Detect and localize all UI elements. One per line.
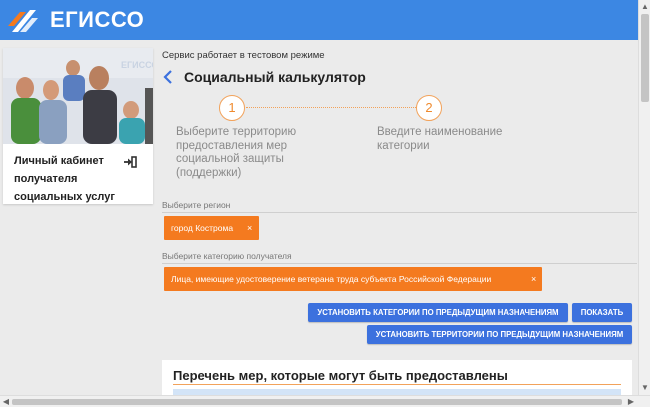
back-chevron-icon[interactable] bbox=[162, 70, 174, 84]
step-2-circle[interactable]: 2 bbox=[416, 95, 442, 121]
test-mode-notice: Сервис работает в тестовом режиме bbox=[162, 50, 325, 61]
horizontal-scrollbar[interactable]: ◀ ▶ bbox=[0, 395, 650, 407]
scroll-down-icon[interactable]: ▼ bbox=[640, 383, 650, 393]
scroll-left-icon[interactable]: ◀ bbox=[1, 396, 11, 407]
set-territories-button[interactable]: УСТАНОВИТЬ ТЕРРИТОРИИ ПО ПРЕДЫДУЩИМ НАЗН… bbox=[367, 325, 632, 344]
vertical-scrollbar[interactable]: ▲ ▼ bbox=[638, 0, 650, 395]
region-chip-label: город Кострома bbox=[171, 223, 234, 233]
scroll-right-icon[interactable]: ▶ bbox=[626, 396, 636, 407]
measures-panel: Перечень мер, которые могут быть предост… bbox=[162, 360, 632, 400]
step-1-circle[interactable]: 1 bbox=[219, 95, 245, 121]
scroll-up-icon[interactable]: ▲ bbox=[640, 2, 650, 12]
region-remove-icon[interactable]: × bbox=[247, 216, 252, 240]
top-header: ЕГИССО bbox=[0, 0, 638, 40]
measures-underline bbox=[173, 384, 621, 385]
cabinet-card[interactable]: ЕГИССО Личный кабинет получателя социаль… bbox=[3, 48, 153, 204]
region-divider bbox=[162, 212, 637, 213]
logo-text[interactable]: ЕГИССО bbox=[50, 7, 144, 33]
category-chip[interactable]: Лица, имеющие удостоверение ветерана тру… bbox=[164, 267, 542, 291]
vertical-scroll-thumb[interactable] bbox=[641, 14, 649, 102]
show-button[interactable]: ПОКАЗАТЬ bbox=[572, 303, 632, 322]
region-chip[interactable]: город Кострома × bbox=[164, 216, 259, 240]
region-label: Выберите регион bbox=[162, 200, 231, 210]
page-title: Социальный калькулятор bbox=[184, 69, 366, 85]
horizontal-scroll-thumb[interactable] bbox=[12, 399, 622, 405]
category-label: Выберите категорию получателя bbox=[162, 251, 292, 261]
step-2-text: Введите наименование категории bbox=[377, 126, 503, 152]
step-connector bbox=[246, 107, 416, 108]
category-divider bbox=[162, 263, 637, 264]
login-arrow-icon[interactable] bbox=[123, 156, 137, 168]
cabinet-label[interactable]: Личный кабинет получателя социальных усл… bbox=[14, 152, 124, 206]
family-photo: ЕГИССО bbox=[3, 48, 153, 144]
category-remove-icon[interactable]: × bbox=[531, 267, 536, 291]
measures-title: Перечень мер, которые могут быть предост… bbox=[173, 368, 508, 383]
egisso-logo-icon bbox=[8, 10, 38, 32]
category-chip-label: Лица, имеющие удостоверение ветерана тру… bbox=[171, 274, 492, 284]
svg-text:ЕГИССО: ЕГИССО bbox=[121, 60, 153, 70]
set-categories-button[interactable]: УСТАНОВИТЬ КАТЕГОРИИ ПО ПРЕДЫДУЩИМ НАЗНА… bbox=[308, 303, 568, 322]
step-1-text: Выберите территорию предоставления мер с… bbox=[176, 126, 297, 179]
